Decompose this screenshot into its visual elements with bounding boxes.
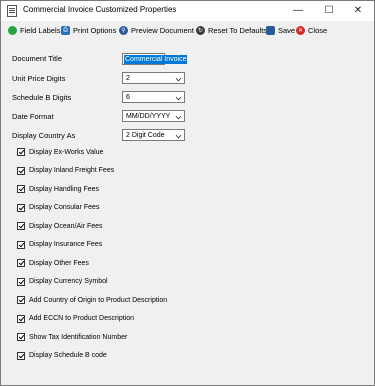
reset-to-defaults-button[interactable]: ↻ Reset To Defaults <box>196 24 267 36</box>
checkbox-box[interactable] <box>17 166 25 175</box>
chevron-down-icon <box>175 75 182 82</box>
schedule-b-digits-value: 6 <box>126 94 130 101</box>
checkbox-box[interactable] <box>17 222 25 230</box>
unit-price-digits-select[interactable]: 2 <box>122 72 185 84</box>
toolbar: Field Labels ⎙ Print Options ⚲ Preview D… <box>1 22 374 39</box>
checkbox-box[interactable] <box>17 240 25 249</box>
printer-icon: ⎙ <box>61 25 70 35</box>
title-bar[interactable]: Commercial Invoice Customized Properties… <box>1 1 374 21</box>
document-icon <box>7 5 17 17</box>
checkbox-box[interactable] <box>17 351 25 360</box>
checkbox-display-ex-works-value[interactable]: Display Ex-Works Value <box>17 147 103 157</box>
date-format-label: Date Format <box>12 112 54 121</box>
checkbox-display-currency-symbol[interactable]: Display Currency Symbol <box>17 277 108 287</box>
reset-icon: ↻ <box>196 25 205 35</box>
window-title: Commercial Invoice Customized Properties <box>23 5 177 14</box>
checkbox-display-ocean-air-fees[interactable]: Display Ocean/Air Fees <box>17 221 103 231</box>
save-button[interactable]: Save <box>266 24 295 36</box>
unit-price-digits-label: Unit Price Digits <box>12 74 66 83</box>
checkbox-box[interactable] <box>17 148 25 156</box>
preview-document-button[interactable]: ⚲ Preview Document <box>119 24 194 36</box>
checkbox-box[interactable] <box>17 333 25 341</box>
checkbox-box[interactable] <box>17 203 25 212</box>
minimize-button[interactable]: — <box>284 1 312 21</box>
form-panel: Document Title Commercial Invoice Unit P… <box>2 40 373 385</box>
checkbox-add-eccn[interactable]: Add ECCN to Product Description <box>17 314 134 324</box>
checkbox-display-schedule-b-code[interactable]: Display Schedule B code <box>17 351 107 361</box>
checkbox-display-other-fees[interactable]: Display Other Fees <box>17 258 89 268</box>
document-title-label: Document Title <box>12 54 63 63</box>
display-country-as-label: Display Country As <box>12 131 76 140</box>
unit-price-digits-value: 2 <box>126 75 130 82</box>
checkbox-box[interactable] <box>17 277 25 286</box>
close-button[interactable]: ✕ Close <box>296 24 327 36</box>
checkbox-box[interactable] <box>17 314 25 323</box>
checkbox-box[interactable] <box>17 296 25 304</box>
date-format-select[interactable]: MM/DD/YYYY <box>122 110 185 122</box>
checkbox-box[interactable] <box>17 259 25 267</box>
save-icon <box>266 25 275 35</box>
checkbox-display-handling-fees[interactable]: Display Handling Fees <box>17 184 99 194</box>
field-labels-button[interactable]: Field Labels <box>8 24 60 36</box>
maximize-button[interactable]: ☐ <box>315 1 343 21</box>
checkbox-show-tax-identification-number[interactable]: Show Tax Identification Number <box>17 332 127 342</box>
checkbox-display-consular-fees[interactable]: Display Consular Fees <box>17 203 99 213</box>
document-title-value: Commercial Invoice <box>124 55 188 64</box>
chevron-down-icon <box>175 132 182 139</box>
chevron-down-icon <box>175 113 182 120</box>
properties-window: Commercial Invoice Customized Properties… <box>0 0 375 386</box>
close-icon: ✕ <box>296 25 305 35</box>
chevron-down-icon <box>175 94 182 101</box>
print-options-button[interactable]: ⎙ Print Options <box>61 24 116 36</box>
display-country-as-value: 2 Digit Code <box>126 132 165 139</box>
checkbox-add-country-of-origin[interactable]: Add Country of Origin to Product Descrip… <box>17 295 167 305</box>
display-country-as-select[interactable]: 2 Digit Code <box>122 129 185 141</box>
schedule-b-digits-select[interactable]: 6 <box>122 91 185 103</box>
preview-icon: ⚲ <box>119 25 128 35</box>
green-circle-icon <box>8 25 17 35</box>
close-window-button[interactable]: ✕ <box>344 1 372 21</box>
schedule-b-digits-label: Schedule B Digits <box>12 93 72 102</box>
checkbox-display-inland-freight-fees[interactable]: Display Inland Freight Fees <box>17 166 114 176</box>
checkbox-display-insurance-fees[interactable]: Display Insurance Fees <box>17 240 102 250</box>
document-title-input[interactable]: Commercial Invoice <box>122 53 188 65</box>
checkbox-box[interactable] <box>17 185 25 193</box>
date-format-value: MM/DD/YYYY <box>126 113 171 120</box>
